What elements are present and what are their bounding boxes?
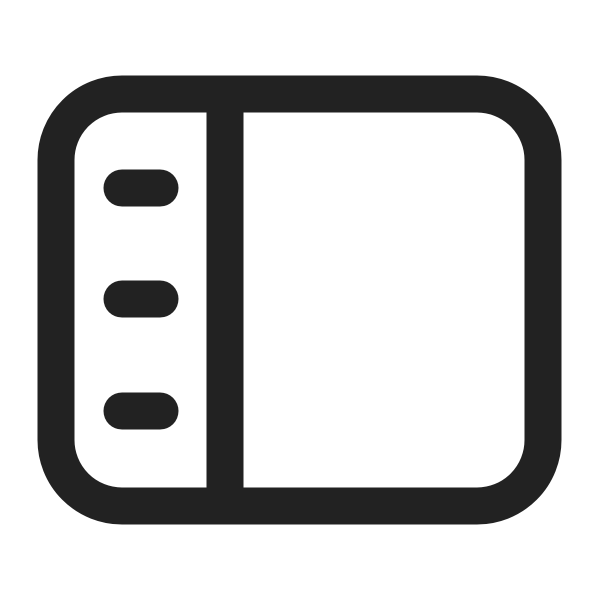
icon-canvas (0, 0, 600, 600)
sidebar-panel-icon (37, 75, 562, 525)
